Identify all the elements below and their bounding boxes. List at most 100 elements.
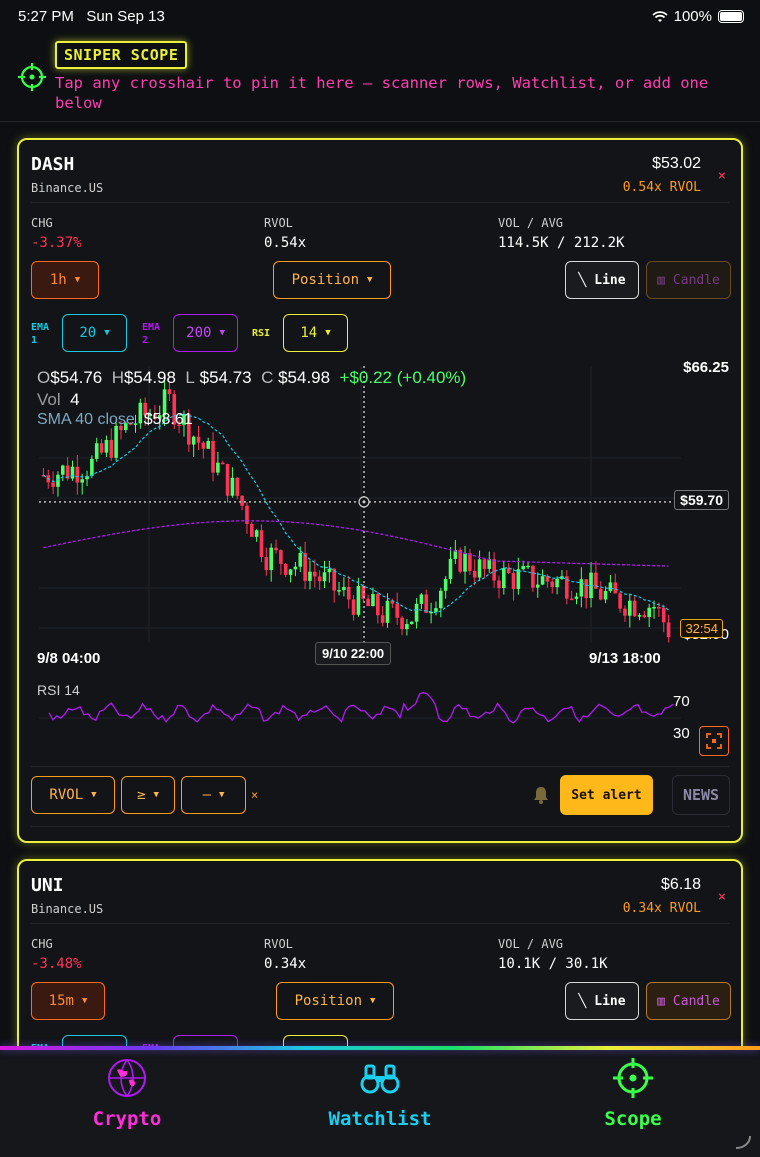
candle-body [201, 442, 206, 449]
candle-body [647, 607, 651, 617]
chevron-down-icon: ▼ [325, 328, 331, 338]
status-time: 5:27 PM Sun Sep 13 [18, 8, 165, 25]
candle-body [254, 530, 259, 537]
candle-label: Candle [672, 272, 720, 288]
close-card-button[interactable]: × [718, 168, 726, 184]
ohlc-close: $54.98 [278, 368, 331, 387]
candle-body [342, 586, 346, 591]
mode-value: Position [291, 272, 359, 288]
candle-body [400, 617, 404, 630]
candle-body [211, 441, 215, 473]
sma-readout: SMA 40 close $58.61 [37, 411, 193, 429]
wifi-icon [651, 10, 668, 22]
candle-body [409, 621, 414, 624]
clear-filter-button[interactable]: × [251, 788, 258, 802]
candle-body [371, 594, 375, 607]
globe-icon [108, 1059, 146, 1097]
card-exchange: Binance.US [31, 181, 104, 195]
candle-body [395, 603, 399, 618]
candle-body [283, 563, 288, 575]
volume-value: 4 [70, 390, 80, 409]
candle-chart-button[interactable]: ▥ Candle [646, 261, 731, 299]
card-rvol-badge: 0.34x RVOL [622, 901, 701, 916]
chevron-down-icon: ▼ [219, 790, 225, 800]
tab-label: Scope [604, 1108, 662, 1130]
status-bar: 5:27 PM Sun Sep 13 100% [0, 0, 760, 34]
scope-card-uni: UNI Binance.US $6.18 0.34x RVOL × CHG -3… [17, 859, 743, 1059]
filter-value-select[interactable]: — ▼ [181, 776, 246, 814]
candle-label: Candle [672, 993, 720, 1009]
candle-body [618, 593, 622, 609]
candle-body [628, 600, 632, 616]
ema-line [43, 520, 669, 567]
chevron-down-icon: ▼ [370, 996, 376, 1006]
candle-body [308, 571, 312, 581]
filter-metric-select[interactable]: RVOL ▼ [31, 776, 115, 814]
crosshair-icon [18, 63, 46, 91]
candle-body [167, 389, 172, 395]
ema1-select[interactable]: 20 ▼ [62, 314, 127, 352]
ema1-label: EMA 1 [31, 322, 50, 346]
chevron-down-icon: ▼ [153, 790, 159, 800]
candle-body [443, 578, 448, 591]
candle-chart-button[interactable]: ▥ Candle [646, 982, 731, 1020]
candle-body [380, 615, 385, 623]
candle-body [346, 586, 351, 600]
candle-body [264, 557, 269, 571]
tab-bar-glow [0, 1046, 760, 1050]
rsi-value: 14 [300, 325, 318, 341]
bell-icon[interactable] [531, 785, 551, 805]
mode-select[interactable]: Position ▼ [276, 982, 394, 1020]
candle-body [313, 571, 317, 577]
ema2-label: EMA 2 [142, 322, 161, 346]
sma-line [43, 413, 669, 614]
tab-bar: Crypto Watchlist Scope [0, 1046, 760, 1157]
fit-chart-button[interactable] [699, 726, 729, 756]
close-card-button[interactable]: × [718, 889, 726, 905]
fit-icon [706, 733, 722, 749]
tab-label: Crypto [92, 1108, 162, 1130]
tab-label: Watchlist [328, 1108, 432, 1130]
candle-body [540, 576, 545, 585]
candle-body [487, 559, 492, 569]
candle-body [99, 443, 104, 453]
timeframe-select[interactable]: 1h ▼ [31, 261, 99, 299]
rsi-select[interactable]: 14 ▼ [283, 314, 348, 352]
candle-body [584, 579, 588, 599]
candle-body [608, 582, 613, 591]
binoculars-icon [360, 1064, 400, 1094]
tab-crypto[interactable]: Crypto [27, 1056, 227, 1130]
card-price: $6.18 [660, 876, 701, 893]
battery-icon [718, 10, 744, 23]
candle-body [477, 559, 482, 578]
ohlc-open-key: O [37, 368, 51, 387]
candle-body [206, 441, 210, 449]
set-alert-button[interactable]: Set alert [560, 775, 653, 815]
stat-vol-value: 10.1K / 30.1K [498, 956, 608, 972]
timeframe-select[interactable]: 15m ▼ [31, 982, 105, 1020]
mode-select[interactable]: Position ▼ [273, 261, 391, 299]
crosshair-icon [613, 1058, 653, 1098]
candle-body [104, 439, 109, 453]
card-rvol-badge: 0.54x RVOL [622, 180, 701, 195]
stat-rvol-value: 0.34x [264, 956, 307, 972]
stat-chg-label: CHG [31, 937, 53, 951]
candle-body [458, 550, 462, 572]
ohlc-readout: O$54.76 H$54.98 L $54.73 C $54.98 +$0.22… [37, 368, 466, 388]
ema2-select[interactable]: 200 ▼ [173, 314, 238, 352]
ohlc-high: $54.98 [123, 368, 176, 387]
candle-body [598, 588, 603, 600]
candle-icon: ▥ [657, 993, 665, 1009]
line-chart-button[interactable]: ╲ Line [565, 982, 639, 1020]
filter-operator-select[interactable]: ≥ ▼ [121, 776, 175, 814]
candle-body [235, 477, 240, 496]
candle-body [502, 568, 506, 589]
filter-metric-value: RVOL [49, 787, 84, 803]
tab-watchlist[interactable]: Watchlist [280, 1056, 480, 1130]
news-button[interactable]: NEWS [672, 775, 730, 815]
candle-body [448, 558, 453, 579]
candle-body [274, 547, 278, 551]
line-chart-button[interactable]: ╲ Line [565, 261, 639, 299]
candle-body [385, 600, 390, 623]
tab-scope[interactable]: Scope [533, 1056, 733, 1130]
